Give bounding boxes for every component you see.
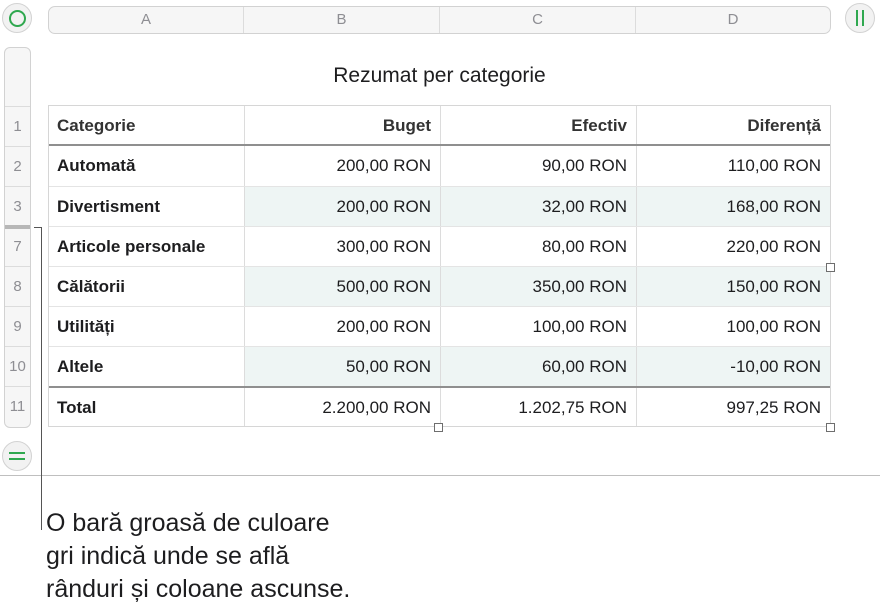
- add-row-handle[interactable]: [2, 441, 32, 471]
- table-row: Altele 50,00 RON 60,00 RON -10,00 RON: [49, 346, 830, 386]
- add-column-handle[interactable]: [845, 3, 875, 33]
- table-row: Articole personale 300,00 RON 80,00 RON …: [49, 226, 830, 266]
- table-cell[interactable]: 80,00 RON: [440, 227, 636, 266]
- row-header-bar: 1 2 3 7 8 9 10 11: [4, 47, 31, 428]
- table-title[interactable]: Rezumat per categorie: [48, 64, 831, 88]
- double-bar-icon: [856, 10, 864, 26]
- resize-handle-right[interactable]: [826, 263, 835, 272]
- row-header-7[interactable]: 7: [5, 226, 30, 266]
- footer-cell-total-label[interactable]: Total: [49, 388, 244, 426]
- callout-line-2: gri indică unde se află: [46, 542, 290, 570]
- row-header-10[interactable]: 10: [5, 346, 30, 386]
- table-row: Călătorii 500,00 RON 350,00 RON 150,00 R…: [49, 266, 830, 306]
- table-cell[interactable]: 300,00 RON: [244, 227, 440, 266]
- circle-icon: [8, 9, 26, 27]
- header-cell-budget[interactable]: Buget: [244, 106, 440, 144]
- hidden-rows-marker[interactable]: [5, 225, 30, 229]
- table-footer-row: Total 2.200,00 RON 1.202,75 RON 997,25 R…: [49, 386, 830, 426]
- row-header-1[interactable]: 1: [5, 106, 30, 146]
- column-header-a[interactable]: A: [49, 7, 244, 33]
- table-cell[interactable]: 60,00 RON: [440, 347, 636, 386]
- row-header-11[interactable]: 11: [5, 386, 30, 426]
- header-cell-difference[interactable]: Diferență: [636, 106, 830, 144]
- table-cell[interactable]: 150,00 RON: [636, 267, 830, 306]
- table-cell[interactable]: 50,00 RON: [244, 347, 440, 386]
- row-header-2[interactable]: 2: [5, 146, 30, 186]
- table-cell[interactable]: 200,00 RON: [244, 146, 440, 186]
- table-cell[interactable]: Utilități: [49, 307, 244, 346]
- table-cell[interactable]: 200,00 RON: [244, 307, 440, 346]
- table-cell[interactable]: 100,00 RON: [440, 307, 636, 346]
- select-table-button[interactable]: [2, 3, 32, 33]
- table-cell[interactable]: Articole personale: [49, 227, 244, 266]
- footer-cell-budget-total[interactable]: 2.200,00 RON: [244, 388, 440, 426]
- table-cell[interactable]: 90,00 RON: [440, 146, 636, 186]
- row-header-8[interactable]: 8: [5, 266, 30, 306]
- table-cell[interactable]: -10,00 RON: [636, 347, 830, 386]
- table-row: Automată 200,00 RON 90,00 RON 110,00 RON: [49, 146, 830, 186]
- table-cell[interactable]: 100,00 RON: [636, 307, 830, 346]
- callout-line-3: rânduri și coloane ascunse.: [46, 575, 351, 603]
- footer-cell-actual-total[interactable]: 1.202,75 RON: [440, 388, 636, 426]
- table-cell[interactable]: 220,00 RON: [636, 227, 830, 266]
- table-cell[interactable]: 500,00 RON: [244, 267, 440, 306]
- resize-handle-bottom[interactable]: [434, 423, 443, 432]
- header-cell-actual[interactable]: Efectiv: [440, 106, 636, 144]
- row-header-3[interactable]: 3: [5, 186, 30, 226]
- callout-leader-line-vertical: [41, 227, 42, 530]
- table-cell[interactable]: 200,00 RON: [244, 187, 440, 226]
- spreadsheet-canvas: A B C D 1 2 3 7 8 9 10 11 Rezumat per ca…: [0, 0, 880, 476]
- callout-line-1: O bară groasă de culoare: [46, 509, 330, 537]
- resize-handle-corner[interactable]: [826, 423, 835, 432]
- table-cell[interactable]: 168,00 RON: [636, 187, 830, 226]
- table-cell[interactable]: Divertisment: [49, 187, 244, 226]
- table-header-row: Categorie Buget Efectiv Diferență: [49, 106, 830, 146]
- column-header-b[interactable]: B: [244, 7, 440, 33]
- header-cell-category[interactable]: Categorie: [49, 106, 244, 144]
- column-header-d[interactable]: D: [636, 7, 830, 33]
- table-cell[interactable]: Automată: [49, 146, 244, 186]
- column-header-bar: A B C D: [48, 6, 831, 34]
- table-cell[interactable]: 110,00 RON: [636, 146, 830, 186]
- table-row: Utilități 200,00 RON 100,00 RON 100,00 R…: [49, 306, 830, 346]
- footer-cell-difference-total[interactable]: 997,25 RON: [636, 388, 830, 426]
- data-table: Categorie Buget Efectiv Diferență Automa…: [48, 105, 831, 427]
- table-cell[interactable]: Călătorii: [49, 267, 244, 306]
- row-header-9[interactable]: 9: [5, 306, 30, 346]
- table-row: Divertisment 200,00 RON 32,00 RON 168,00…: [49, 186, 830, 226]
- table-cell[interactable]: 350,00 RON: [440, 267, 636, 306]
- callout-caption: O bară groasă de culoare gri indică unde…: [46, 507, 466, 606]
- equals-icon: [9, 452, 25, 460]
- table-cell[interactable]: Altele: [49, 347, 244, 386]
- table-cell[interactable]: 32,00 RON: [440, 187, 636, 226]
- column-header-c[interactable]: C: [440, 7, 636, 33]
